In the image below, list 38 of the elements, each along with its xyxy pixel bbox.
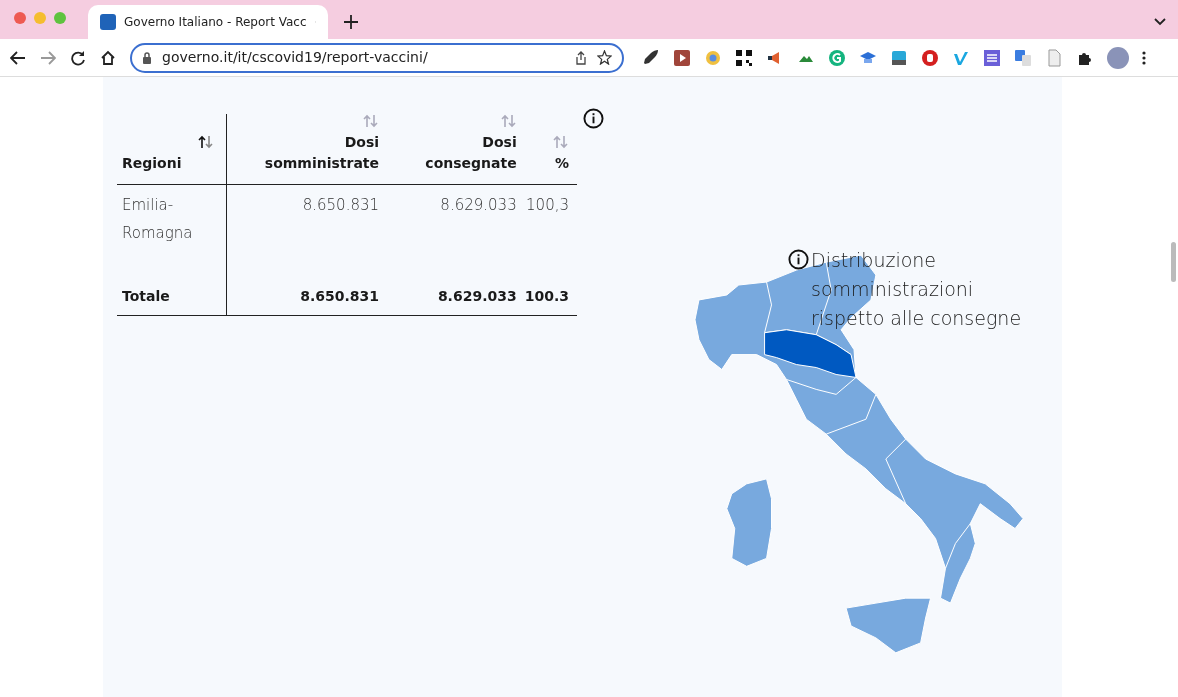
scrollbar[interactable] (1171, 242, 1176, 282)
column-header[interactable]: % (524, 114, 577, 185)
total-cell: 8.629.033 (387, 279, 525, 316)
total-cell: 100.3 (524, 279, 577, 316)
table-cell: 100,3 (524, 184, 577, 280)
table-cell: 8.629.033 (387, 184, 525, 280)
new-tab-icon[interactable] (344, 15, 358, 30)
column-header[interactable]: Regioni (117, 114, 226, 185)
circle-logo-icon[interactable] (828, 48, 846, 67)
qr-code-icon[interactable] (735, 48, 753, 67)
lock-icon (142, 51, 152, 64)
table-cell: 8.650.831 (226, 184, 388, 280)
info-icon[interactable] (788, 249, 809, 270)
info-icon[interactable] (583, 108, 604, 129)
reload-icon[interactable] (70, 49, 86, 66)
share-icon[interactable] (575, 50, 587, 65)
tab-title: Governo Italiano - Report Vacc (124, 14, 307, 32)
table-cell: Emilia-Romagna (117, 184, 226, 280)
star-icon[interactable] (597, 50, 612, 66)
list-icon[interactable] (983, 48, 1001, 67)
total-cell: Totale (117, 279, 226, 316)
profile-avatar[interactable] (1107, 46, 1129, 69)
play-icon[interactable] (673, 48, 691, 67)
forward-icon[interactable] (40, 50, 56, 65)
tab-list-chevron-icon[interactable] (1154, 18, 1166, 27)
browser-tab[interactable]: Governo Italiano - Report Vacc (88, 5, 328, 40)
globe-icon[interactable] (704, 48, 722, 67)
home-icon[interactable] (100, 49, 116, 66)
back-icon[interactable] (10, 50, 26, 65)
column-header[interactable]: Dosi somministrate (226, 114, 388, 185)
translate-icon[interactable] (1014, 48, 1032, 67)
total-cell: 8.650.831 (226, 279, 388, 316)
url-text: governo.it/it/cscovid19/report-vaccini/ (162, 48, 428, 68)
sort-icon[interactable] (197, 135, 214, 149)
address-bar[interactable]: governo.it/it/cscovid19/report-vaccini/ (130, 42, 624, 73)
column-header[interactable]: Dosi consegnate (387, 114, 525, 185)
globe-favicon-icon (100, 14, 116, 31)
menu-icon[interactable] (1142, 50, 1146, 65)
